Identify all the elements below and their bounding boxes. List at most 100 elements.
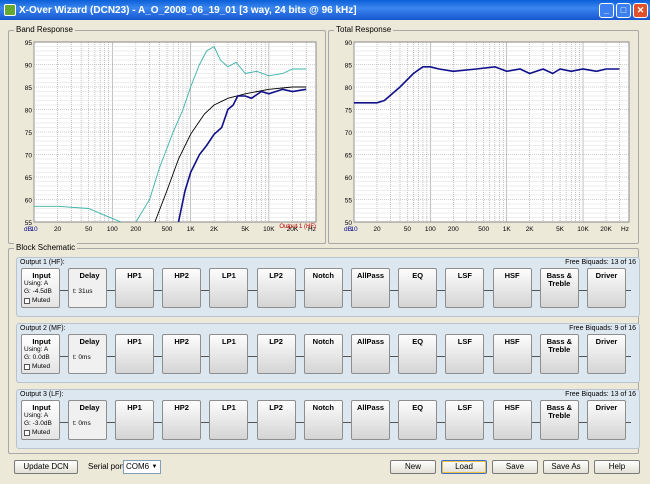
driver-block[interactable]: Driver xyxy=(587,268,626,308)
x-tick-label: 2K xyxy=(526,226,535,233)
delay-block[interactable]: Delay t: 31us xyxy=(68,268,107,308)
bass-treble-block[interactable]: Bass & Treble xyxy=(539,268,579,308)
eq-block-label: EQ xyxy=(412,271,424,280)
lsf-block-label: LSF xyxy=(457,403,472,412)
y-tick-label: 80 xyxy=(345,85,353,92)
lsf-block-label: LSF xyxy=(457,337,472,346)
x-tick-label: 20K xyxy=(600,226,612,233)
driver-block[interactable]: Driver xyxy=(587,400,626,440)
input-block[interactable]: Input Using: A G: -4.5dB Muted xyxy=(21,268,60,308)
maximize-button[interactable]: □ xyxy=(616,2,631,18)
notch-block[interactable]: Notch xyxy=(303,400,343,440)
title-bar: X-Over Wizard (DCN23) - A_O_2008_06_19_0… xyxy=(0,0,650,20)
x-tick-label: 10 xyxy=(350,226,358,233)
lp2-block[interactable]: LP2 xyxy=(256,400,296,440)
notch-block[interactable]: Notch xyxy=(303,268,343,308)
delay-time: t: 0ms xyxy=(73,354,91,361)
allpass-block-label: AllPass xyxy=(356,271,385,280)
y-tick-label: 60 xyxy=(25,198,33,205)
muted-checkbox[interactable]: Muted xyxy=(24,429,59,437)
load-button[interactable]: Load xyxy=(441,460,487,474)
total-response-group: Total Response 90 85 80 75 70 65 60 55 50 dB 10 20 5… xyxy=(328,25,639,244)
y-tick-label: 75 xyxy=(345,108,353,115)
hp1-block-label: HP1 xyxy=(127,271,142,280)
serial-port-select[interactable]: COM6 ▼ xyxy=(123,460,161,474)
input-block[interactable]: Input Using: A G: -3.0dB Muted xyxy=(21,400,60,440)
x-tick-label: 100 xyxy=(107,226,118,233)
delay-block[interactable]: Delay t: 0ms xyxy=(68,400,107,440)
y-tick-label: 55 xyxy=(345,198,353,205)
window-title: X-Over Wizard (DCN23) - A_O_2008_06_19_0… xyxy=(19,4,357,16)
x-tick-label: 10 xyxy=(30,226,38,233)
free-biquads: Free Biquads: 9 of 16 xyxy=(569,325,636,332)
bass-treble-block[interactable]: Bass & Treble xyxy=(539,334,579,374)
lp2-block[interactable]: LP2 xyxy=(256,268,296,308)
lp1-block[interactable]: LP1 xyxy=(209,268,249,308)
bass-treble-block-label: Bass & Treble xyxy=(546,403,573,420)
muted-checkbox[interactable]: Muted xyxy=(24,297,59,305)
y-tick-label: 70 xyxy=(345,130,353,137)
output-row-3: Output 3 (LF): Free Biquads: 13 of 16 In… xyxy=(16,389,640,449)
help-button[interactable]: Help xyxy=(594,460,640,474)
muted-checkbox[interactable]: Muted xyxy=(24,363,59,371)
hp2-block[interactable]: HP2 xyxy=(162,400,202,440)
muted-label: Muted xyxy=(32,429,51,436)
save-as-button[interactable]: Save As xyxy=(543,460,589,474)
output-label: Output 1 (HF): xyxy=(20,259,65,266)
allpass-block[interactable]: AllPass xyxy=(351,400,390,440)
delay-block[interactable]: Delay t: 0ms xyxy=(68,334,107,374)
bass-treble-block[interactable]: Bass & Treble xyxy=(539,400,579,440)
x-tick-label: 20 xyxy=(373,226,381,233)
save-button[interactable]: Save xyxy=(492,460,538,474)
notch-block-label: Notch xyxy=(312,337,334,346)
update-dcn-button[interactable]: Update DCN xyxy=(14,460,78,474)
serial-port-value: COM6 xyxy=(126,462,150,471)
allpass-block[interactable]: AllPass xyxy=(351,334,390,374)
lp1-block[interactable]: LP1 xyxy=(209,334,249,374)
hp2-block[interactable]: HP2 xyxy=(162,268,202,308)
eq-block[interactable]: EQ xyxy=(398,400,438,440)
lp2-block[interactable]: LP2 xyxy=(256,334,296,374)
x-tick-label: 200 xyxy=(448,226,459,233)
free-biquads: Free Biquads: 13 of 16 xyxy=(565,391,636,398)
total-response-chart: 908580757065605550dB10 20 50 100 200 500 1K 2K 5… xyxy=(344,40,630,233)
hp2-block-label: HP2 xyxy=(174,337,189,346)
close-button[interactable]: ✕ xyxy=(633,2,648,18)
minimize-button[interactable]: _ xyxy=(599,2,614,18)
lsf-block-label: LSF xyxy=(457,271,472,280)
lsf-block[interactable]: LSF xyxy=(445,334,485,374)
hsf-block[interactable]: HSF xyxy=(492,334,532,374)
notch-block[interactable]: Notch xyxy=(303,334,343,374)
lp1-block-label: LP1 xyxy=(222,337,236,346)
driver-block[interactable]: Driver xyxy=(587,334,626,374)
lp1-block-label: LP1 xyxy=(222,271,236,280)
chevron-down-icon: ▼ xyxy=(151,464,158,470)
hp1-block[interactable]: HP1 xyxy=(115,400,154,440)
eq-block[interactable]: EQ xyxy=(398,334,438,374)
hsf-block-label: HSF xyxy=(504,271,520,280)
hp1-block[interactable]: HP1 xyxy=(115,268,154,308)
delay-block-label: Delay xyxy=(79,337,100,346)
hsf-block[interactable]: HSF xyxy=(492,268,532,308)
new-button[interactable]: New xyxy=(390,460,436,474)
band-response-chart: 959085807570656055dB10 20 50 100 200 500 1K 2K 5… xyxy=(24,40,317,233)
hp1-block[interactable]: HP1 xyxy=(115,334,154,374)
input-block-label: Input xyxy=(32,271,51,280)
x-tick-label: 50 xyxy=(85,226,93,233)
hp2-block[interactable]: HP2 xyxy=(162,334,202,374)
checkbox-icon xyxy=(24,298,30,304)
lp1-block[interactable]: LP1 xyxy=(209,400,249,440)
eq-block[interactable]: EQ xyxy=(398,268,438,308)
delay-time: t: 0ms xyxy=(73,420,91,427)
band-response-group: Band Response 95 90 85 80 75 70 65 60 55 dB 10 20 50… xyxy=(8,25,326,244)
allpass-block[interactable]: AllPass xyxy=(351,268,390,308)
hsf-block[interactable]: HSF xyxy=(492,400,532,440)
lsf-block[interactable]: LSF xyxy=(445,268,485,308)
input-block[interactable]: Input Using: A G: 0.0dB Muted xyxy=(21,334,60,374)
allpass-block-label: AllPass xyxy=(356,403,385,412)
block-schematic-group: Block Schematic Output 1 (HF): Free Biqu… xyxy=(8,243,640,454)
delay-block-label: Delay xyxy=(79,403,100,412)
lsf-block[interactable]: LSF xyxy=(445,400,485,440)
lp2-block-label: LP2 xyxy=(269,271,283,280)
checkbox-icon xyxy=(24,364,30,370)
